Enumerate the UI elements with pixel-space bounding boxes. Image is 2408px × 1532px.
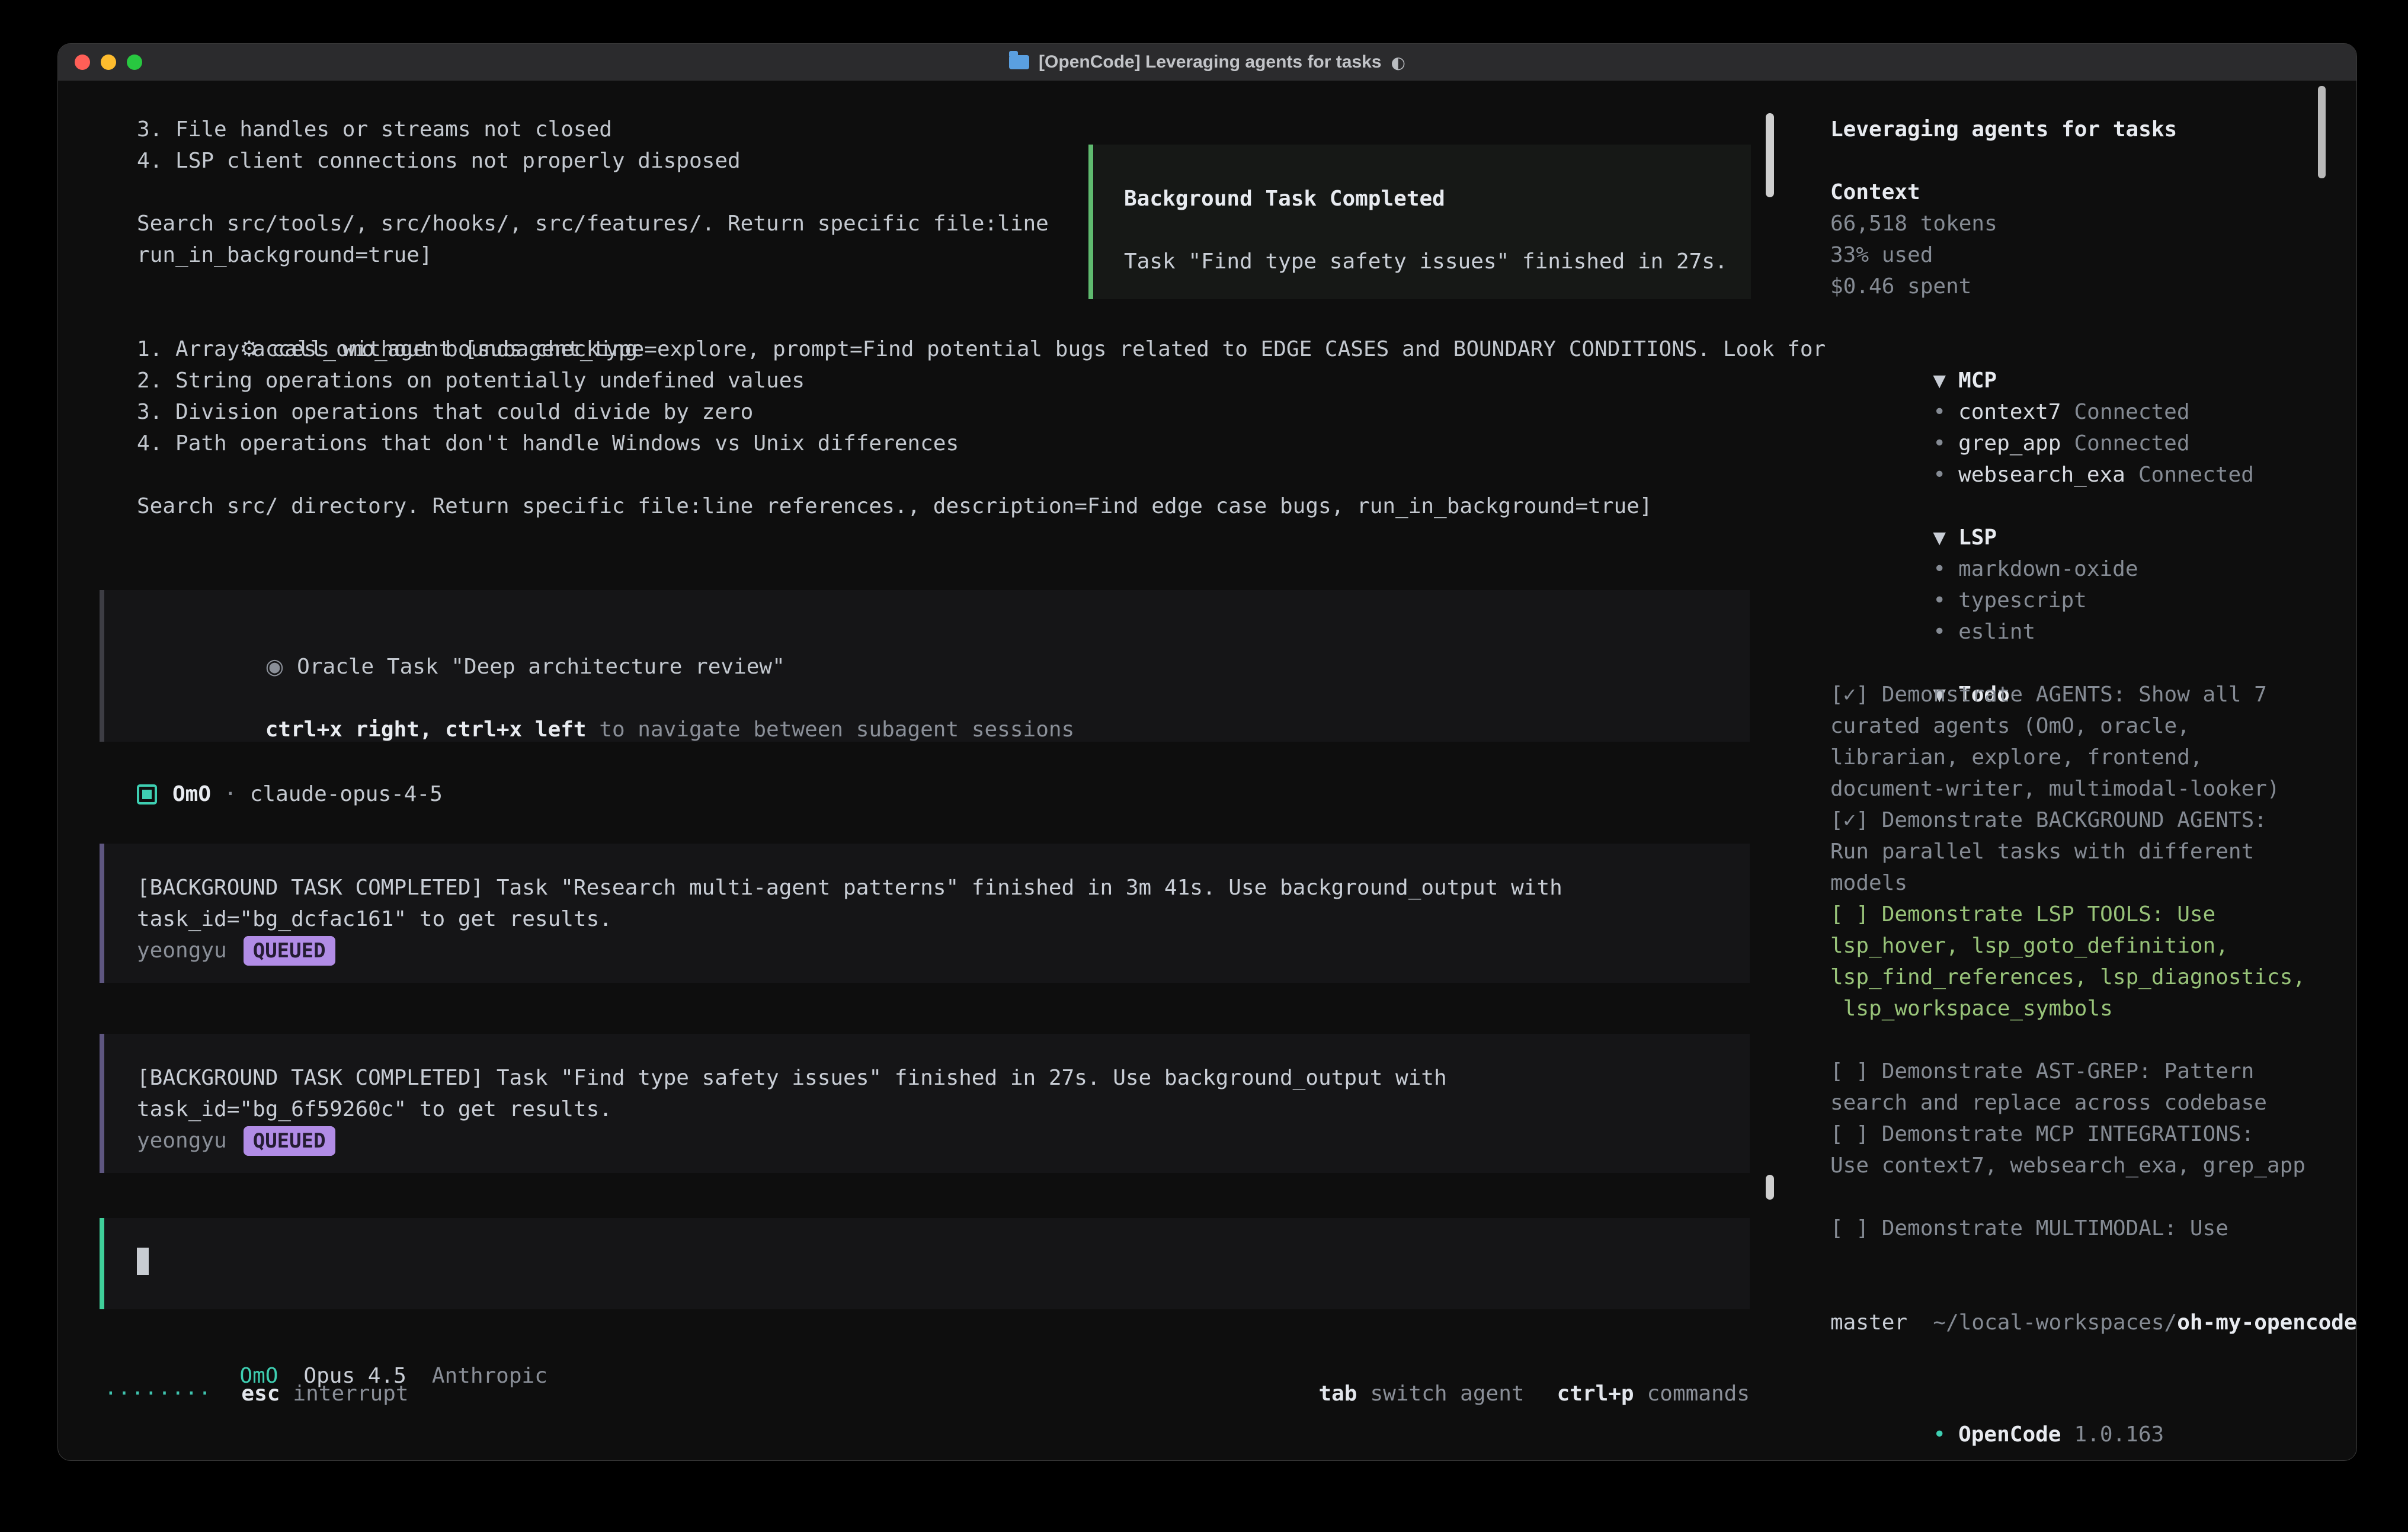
queued-badge: QUEUED — [244, 936, 335, 966]
todo-item: [✓] Demonstrate AGENTS: Show all 7 curat… — [1830, 679, 2310, 805]
window-title: [OpenCode] Leveraging agents for tasks ◐ — [1009, 52, 1405, 72]
text-cursor — [137, 1248, 149, 1275]
agent-session-header: OmO · claude-opus-4-5 — [100, 778, 1750, 810]
tool-call-line: ⚙call_omo_agent [subagent_type=explore, … — [100, 302, 1750, 334]
titlebar[interactable]: [OpenCode] Leveraging agents for tasks ◐ — [58, 44, 2356, 81]
background-task-message: [BACKGROUND TASK COMPLETED] Task "Resear… — [100, 844, 1750, 983]
terminal-line: 3. File handles or streams not closed — [100, 114, 1750, 145]
todo-item: [ ] Demonstrate MCP INTEGRATIONS: Use co… — [1830, 1118, 2310, 1181]
folder-icon — [1009, 55, 1029, 69]
terminal-line: Search src/ directory. Return specific f… — [100, 491, 1750, 522]
model-bar: OmOOpus 4.5Anthropic — [100, 1329, 1750, 1360]
half-moon-icon: ◐ — [1391, 53, 1405, 72]
mcp-section-header[interactable]: ▼MCP — [1830, 334, 2310, 365]
task-message-line: task_id="bg_dcfac161" to get results. — [137, 903, 1726, 935]
todo-item-active: [ ] Demonstrate LSP TOOLS: Use lsp_hover… — [1830, 899, 2310, 1024]
bullet-icon: • — [1933, 400, 1946, 424]
task-message-line: [BACKGROUND TASK COMPLETED] Task "Resear… — [137, 872, 1726, 903]
esc-key-hint: esc — [241, 1378, 280, 1409]
background-task-notification: Background Task Completed Task "Find typ… — [1088, 145, 1751, 299]
task-message-line: [BACKGROUND TASK COMPLETED] Task "Find t… — [137, 1062, 1726, 1094]
agent-model-name: claude-opus-4-5 — [250, 778, 443, 810]
opencode-name: OpenCode — [1958, 1422, 2061, 1447]
oracle-task-title: Oracle Task "Deep architecture review" — [297, 655, 785, 679]
bullet-icon: • — [1933, 1422, 1946, 1447]
workspace-path: ~/local-workspaces/oh-my-opencode: — [1830, 1275, 2310, 1307]
task-message-line: task_id="bg_6f59260c" to get results. — [137, 1094, 1726, 1125]
notification-title: Background Task Completed — [1124, 183, 1721, 214]
terminal-line: 3. Division operations that could divide… — [100, 396, 1750, 428]
terminal-window: [OpenCode] Leveraging agents for tasks ◐… — [57, 43, 2357, 1461]
main-scrollbar-mark[interactable] — [1766, 1175, 1774, 1200]
main-scrollbar-thumb[interactable] — [1766, 113, 1774, 197]
opencode-version: •OpenCode1.0.163 — [1830, 1387, 2310, 1419]
separator-dot: · — [224, 778, 237, 810]
commands-key-label: commands — [1647, 1378, 1750, 1409]
status-bar: ········ esc interrupt tab switch agent … — [100, 1378, 1750, 1409]
bullet-icon: • — [1933, 557, 1946, 581]
tab-key-hint: tab — [1318, 1378, 1357, 1409]
opencode-version-number: 1.0.163 — [2074, 1422, 2164, 1447]
zoom-button[interactable] — [127, 55, 142, 70]
agent-name: OmO — [172, 778, 211, 810]
session-title: Leveraging agents for tasks — [1830, 114, 2310, 145]
terminal-main-area: 3. File handles or streams not closed 4.… — [58, 81, 1799, 1460]
todo-item: [ ] Demonstrate AST-GREP: Pattern search… — [1830, 1056, 2310, 1118]
terminal-line: 2. String operations on potentially unde… — [100, 365, 1750, 396]
close-button[interactable] — [75, 55, 90, 70]
esc-key-label: interrupt — [293, 1378, 408, 1409]
todo-item: [✓] Demonstrate BACKGROUND AGENTS: Run p… — [1830, 805, 2310, 899]
tab-key-label: switch agent — [1370, 1378, 1524, 1409]
context-heading: Context — [1830, 177, 2310, 208]
spinner-dots-icon: ········ — [104, 1378, 212, 1409]
prompt-input[interactable] — [100, 1218, 1750, 1309]
collapse-triangle-icon: ▼ — [1933, 368, 1946, 393]
notification-body: Task "Find type safety issues" finished … — [1124, 246, 1721, 277]
queued-badge: QUEUED — [244, 1126, 335, 1156]
window-title-text: [OpenCode] Leveraging agents for tasks — [1039, 52, 1381, 72]
bullet-icon: • — [1933, 588, 1946, 613]
context-used: 33% used — [1830, 239, 2310, 271]
terminal-line: 4. Path operations that don't handle Win… — [100, 428, 1750, 459]
navigation-hint-text: to navigate between subagent sessions — [587, 717, 1075, 742]
sidebar-scrollbar-thumb[interactable] — [2318, 86, 2326, 178]
minimize-button[interactable] — [101, 55, 116, 70]
oracle-task-panel: ◉Oracle Task "Deep architecture review" … — [100, 590, 1750, 742]
bullet-icon: • — [1933, 463, 1946, 487]
session-sidebar: Leveraging agents for tasks Context 66,5… — [1799, 81, 2356, 1460]
collapse-triangle-icon: ▼ — [1933, 525, 1946, 550]
commands-key-hint: ctrl+p — [1557, 1378, 1634, 1409]
agent-checkbox-icon — [137, 784, 157, 805]
context-spent: $0.46 spent — [1830, 271, 2310, 302]
oracle-status-icon: ◉ — [265, 655, 284, 679]
task-author: yeongyu — [137, 935, 227, 966]
context-tokens: 66,518 tokens — [1830, 208, 2310, 239]
todo-item: [ ] Demonstrate MULTIMODAL: Use — [1830, 1213, 2310, 1244]
task-author: yeongyu — [137, 1125, 227, 1156]
bullet-icon: • — [1933, 431, 1946, 456]
background-task-message: [BACKGROUND TASK COMPLETED] Task "Find t… — [100, 1034, 1750, 1173]
bullet-icon: • — [1933, 620, 1946, 644]
traffic-lights — [75, 44, 142, 81]
navigation-keys-hint: ctrl+x right, ctrl+x left — [265, 717, 587, 742]
